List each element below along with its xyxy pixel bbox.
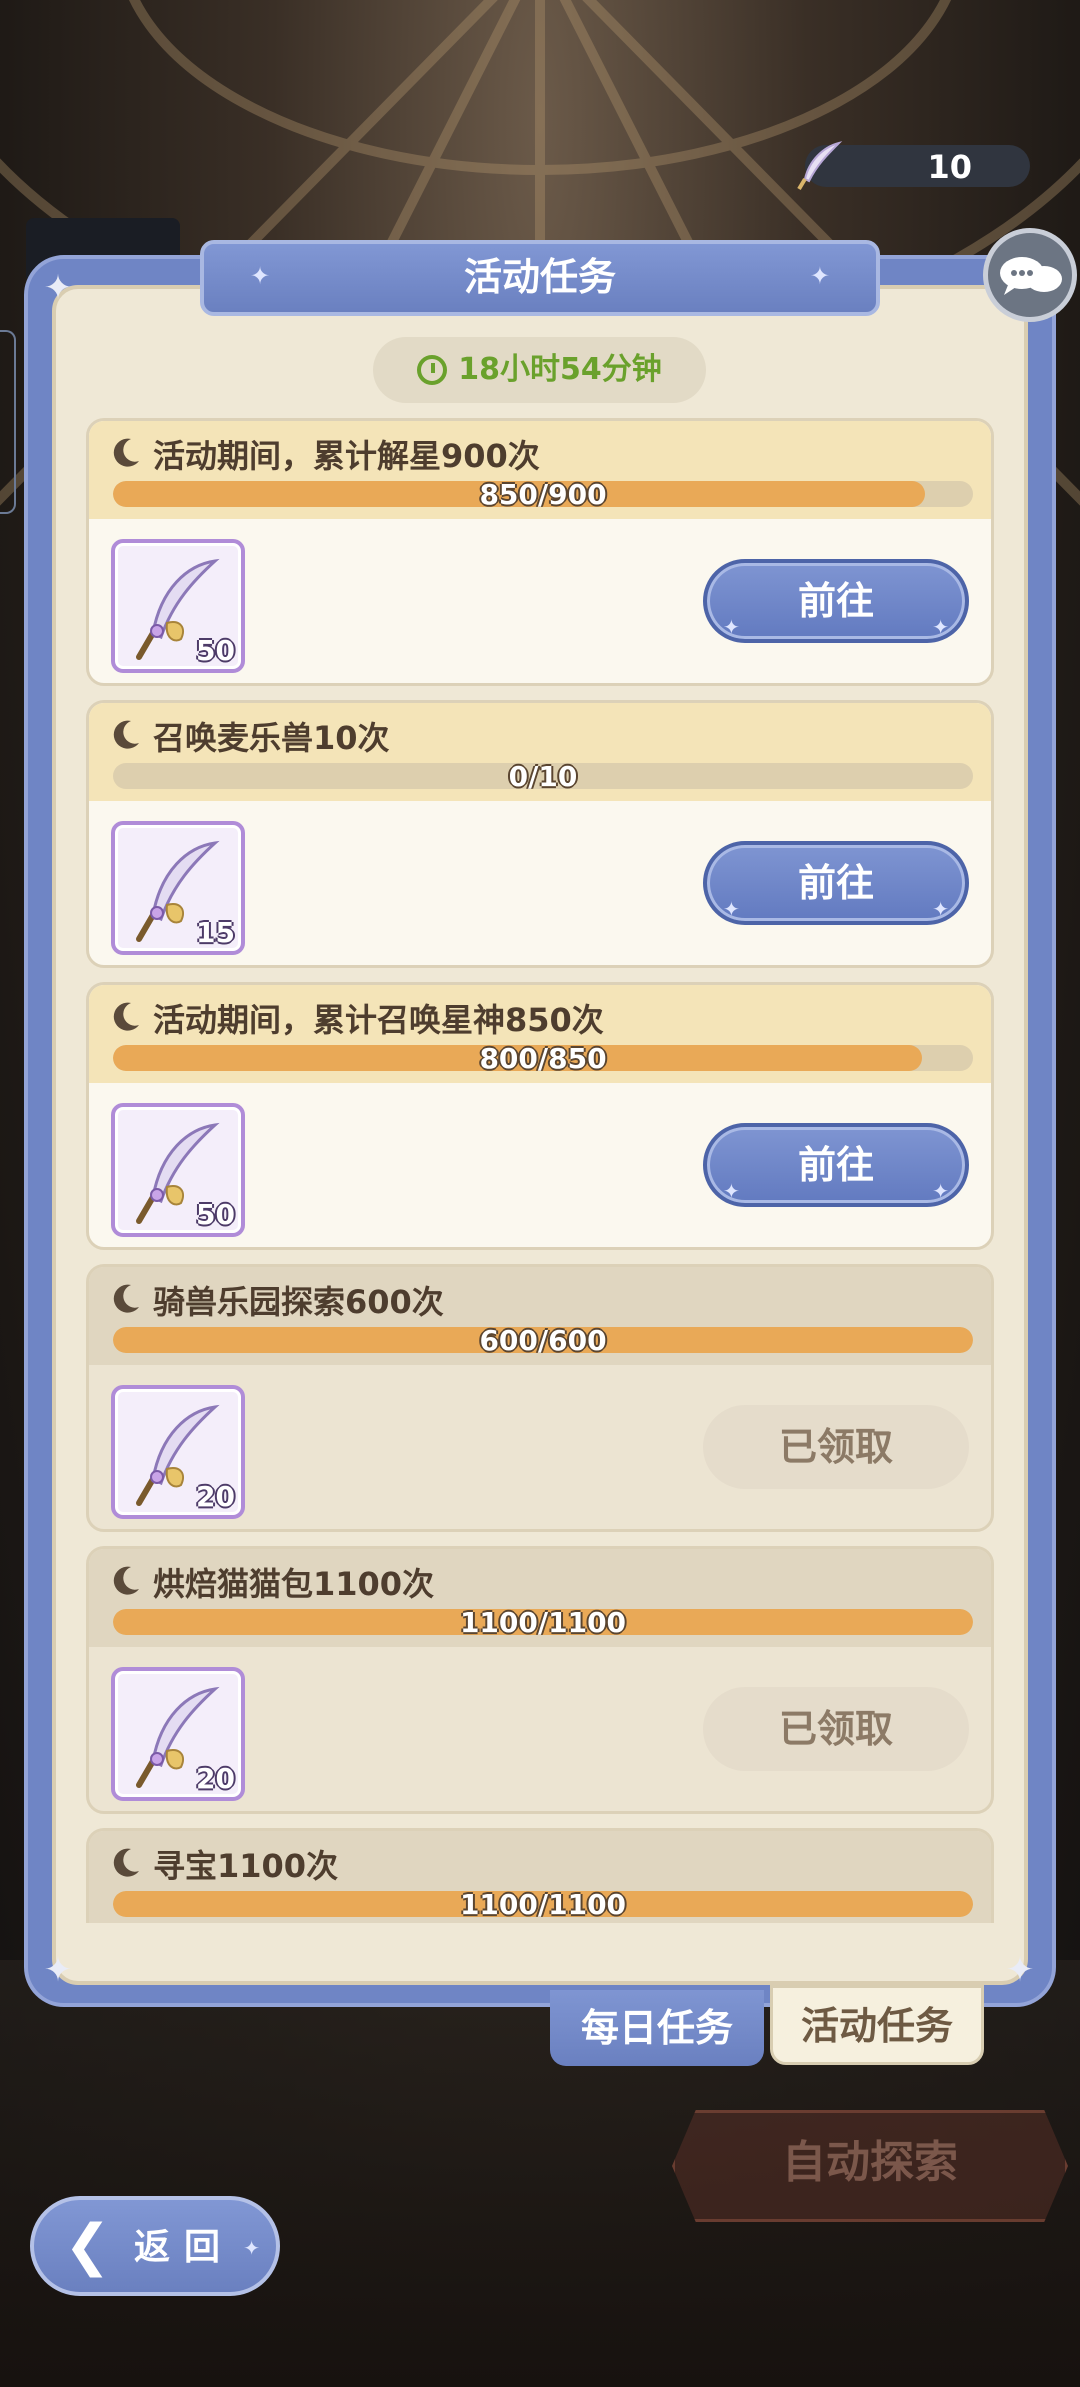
tab-daily-tasks[interactable]: 每日任务 bbox=[550, 1990, 764, 2066]
claimed-button: 已领取 bbox=[703, 1687, 969, 1771]
back-label: 返回 bbox=[134, 2227, 235, 2268]
moon-icon bbox=[113, 1002, 139, 1031]
claimed-button: 已领取 bbox=[703, 1405, 969, 1489]
progress-text: 850/900 bbox=[479, 481, 607, 507]
reward-quantity: 20 bbox=[196, 1480, 235, 1513]
task-description: 烘焙猫猫包1100次 bbox=[153, 1565, 435, 1603]
progress-bar: 600/600 bbox=[113, 1327, 973, 1353]
progress-bar: 850/900 bbox=[113, 481, 973, 507]
reward-item[interactable]: 50 bbox=[111, 539, 245, 673]
star-icon: ✦ bbox=[932, 615, 949, 639]
moon-icon bbox=[113, 1284, 139, 1313]
progress-bar: 1100/1100 bbox=[113, 1891, 973, 1917]
task-header: 活动期间，累计解星900次 850/900 bbox=[89, 421, 991, 519]
clock-icon bbox=[417, 355, 448, 385]
task-description: 召唤麦乐兽10次 bbox=[153, 719, 390, 757]
progress-text: 1100/1100 bbox=[459, 1609, 627, 1635]
task-card: 烘焙猫猫包1100次 1100/1100 20 已领取 bbox=[86, 1546, 994, 1814]
task-card: 召唤麦乐兽10次 0/10 15 ✦ 前往 ✦ bbox=[86, 700, 994, 968]
progress-text: 800/850 bbox=[479, 1045, 607, 1071]
task-card: 活动期间，累计召唤星神850次 800/850 50 ✦ 前往 ✦ bbox=[86, 982, 994, 1250]
progress-bar: 800/850 bbox=[113, 1045, 973, 1071]
task-header: 活动期间，累计召唤星神850次 800/850 bbox=[89, 985, 991, 1083]
corner-star-icon: ✦ bbox=[43, 268, 73, 308]
star-icon: ✦ bbox=[932, 1179, 949, 1203]
reward-quantity: 50 bbox=[196, 1198, 235, 1231]
go-button[interactable]: ✦ 前往 ✦ bbox=[703, 841, 969, 925]
moon-icon bbox=[113, 438, 139, 467]
progress-text: 1100/1100 bbox=[459, 1891, 627, 1917]
feather-currency: 10 bbox=[797, 141, 1030, 191]
task-header: 骑兽乐园探索600次 600/600 bbox=[89, 1267, 991, 1365]
panel-title: 活动任务 bbox=[463, 255, 616, 299]
event-timer: 18小时54分钟 bbox=[373, 337, 706, 403]
task-description: 活动期间，累计召唤星神850次 bbox=[153, 1001, 604, 1039]
reward-item[interactable]: 20 bbox=[111, 1667, 245, 1801]
task-description: 寻宝1100次 bbox=[153, 1847, 339, 1885]
go-label: 前往 bbox=[797, 861, 874, 905]
go-button[interactable]: ✦ 前往 ✦ bbox=[703, 1123, 969, 1207]
back-button[interactable]: ❮ 返回 ✦ bbox=[30, 2196, 280, 2296]
corner-star-icon: ✦ bbox=[43, 1950, 73, 1990]
feather-icon bbox=[797, 141, 843, 191]
go-label: 前往 bbox=[797, 579, 874, 623]
back-arrow-icon: ❮ bbox=[64, 2213, 111, 2278]
go-label: 前往 bbox=[797, 1143, 874, 1187]
star-icon: ✦ bbox=[723, 897, 740, 921]
task-description: 活动期间，累计解星900次 bbox=[153, 437, 540, 475]
progress-text: 0/10 bbox=[508, 763, 578, 789]
side-drawer-handle[interactable] bbox=[0, 330, 16, 514]
task-card: 骑兽乐园探索600次 600/600 20 已领取 bbox=[86, 1264, 994, 1532]
tab-event-tasks[interactable]: 活动任务 bbox=[770, 1985, 984, 2065]
star-icon: ✦ bbox=[932, 897, 949, 921]
progress-bar: 0/10 bbox=[113, 763, 973, 789]
task-card: 寻宝1100次 1100/1100 bbox=[86, 1828, 994, 1923]
task-list[interactable]: 活动期间，累计解星900次 850/900 50 ✦ 前往 ✦ 召唤麦乐兽10次 0/10 15… bbox=[86, 418, 994, 1923]
chat-button[interactable] bbox=[983, 228, 1077, 322]
star-icon: ✦ bbox=[723, 1179, 740, 1203]
task-header: 烘焙猫猫包1100次 1100/1100 bbox=[89, 1549, 991, 1647]
go-button[interactable]: ✦ 前往 ✦ bbox=[703, 559, 969, 643]
task-description: 骑兽乐园探索600次 bbox=[153, 1283, 444, 1321]
reward-quantity: 15 bbox=[196, 916, 235, 949]
corner-star-icon: ✦ bbox=[1005, 1950, 1035, 1990]
star-icon: ✦ bbox=[809, 262, 830, 290]
progress-bar: 1100/1100 bbox=[113, 1609, 973, 1635]
timer-text: 18小时54分钟 bbox=[458, 352, 662, 387]
reward-quantity: 50 bbox=[196, 634, 235, 667]
task-header: 召唤麦乐兽10次 0/10 bbox=[89, 703, 991, 801]
panel-title-banner: ✦ 活动任务 ✦ bbox=[200, 240, 880, 316]
star-icon: ✦ bbox=[243, 2236, 260, 2260]
moon-icon bbox=[113, 720, 139, 749]
task-header: 寻宝1100次 1100/1100 bbox=[89, 1831, 991, 1923]
reward-item[interactable]: 15 bbox=[111, 821, 245, 955]
reward-item[interactable]: 50 bbox=[111, 1103, 245, 1237]
progress-text: 600/600 bbox=[479, 1327, 607, 1353]
task-card: 活动期间，累计解星900次 850/900 50 ✦ 前往 ✦ bbox=[86, 418, 994, 686]
moon-icon bbox=[113, 1848, 139, 1877]
chat-icon bbox=[1000, 257, 1062, 295]
moon-icon bbox=[113, 1566, 139, 1595]
star-icon: ✦ bbox=[723, 615, 740, 639]
reward-quantity: 20 bbox=[196, 1762, 235, 1795]
currency-value: 10 bbox=[927, 148, 972, 186]
reward-item[interactable]: 20 bbox=[111, 1385, 245, 1519]
star-icon: ✦ bbox=[250, 262, 271, 290]
auto-explore-button[interactable]: 自动探索 bbox=[672, 2110, 1068, 2222]
